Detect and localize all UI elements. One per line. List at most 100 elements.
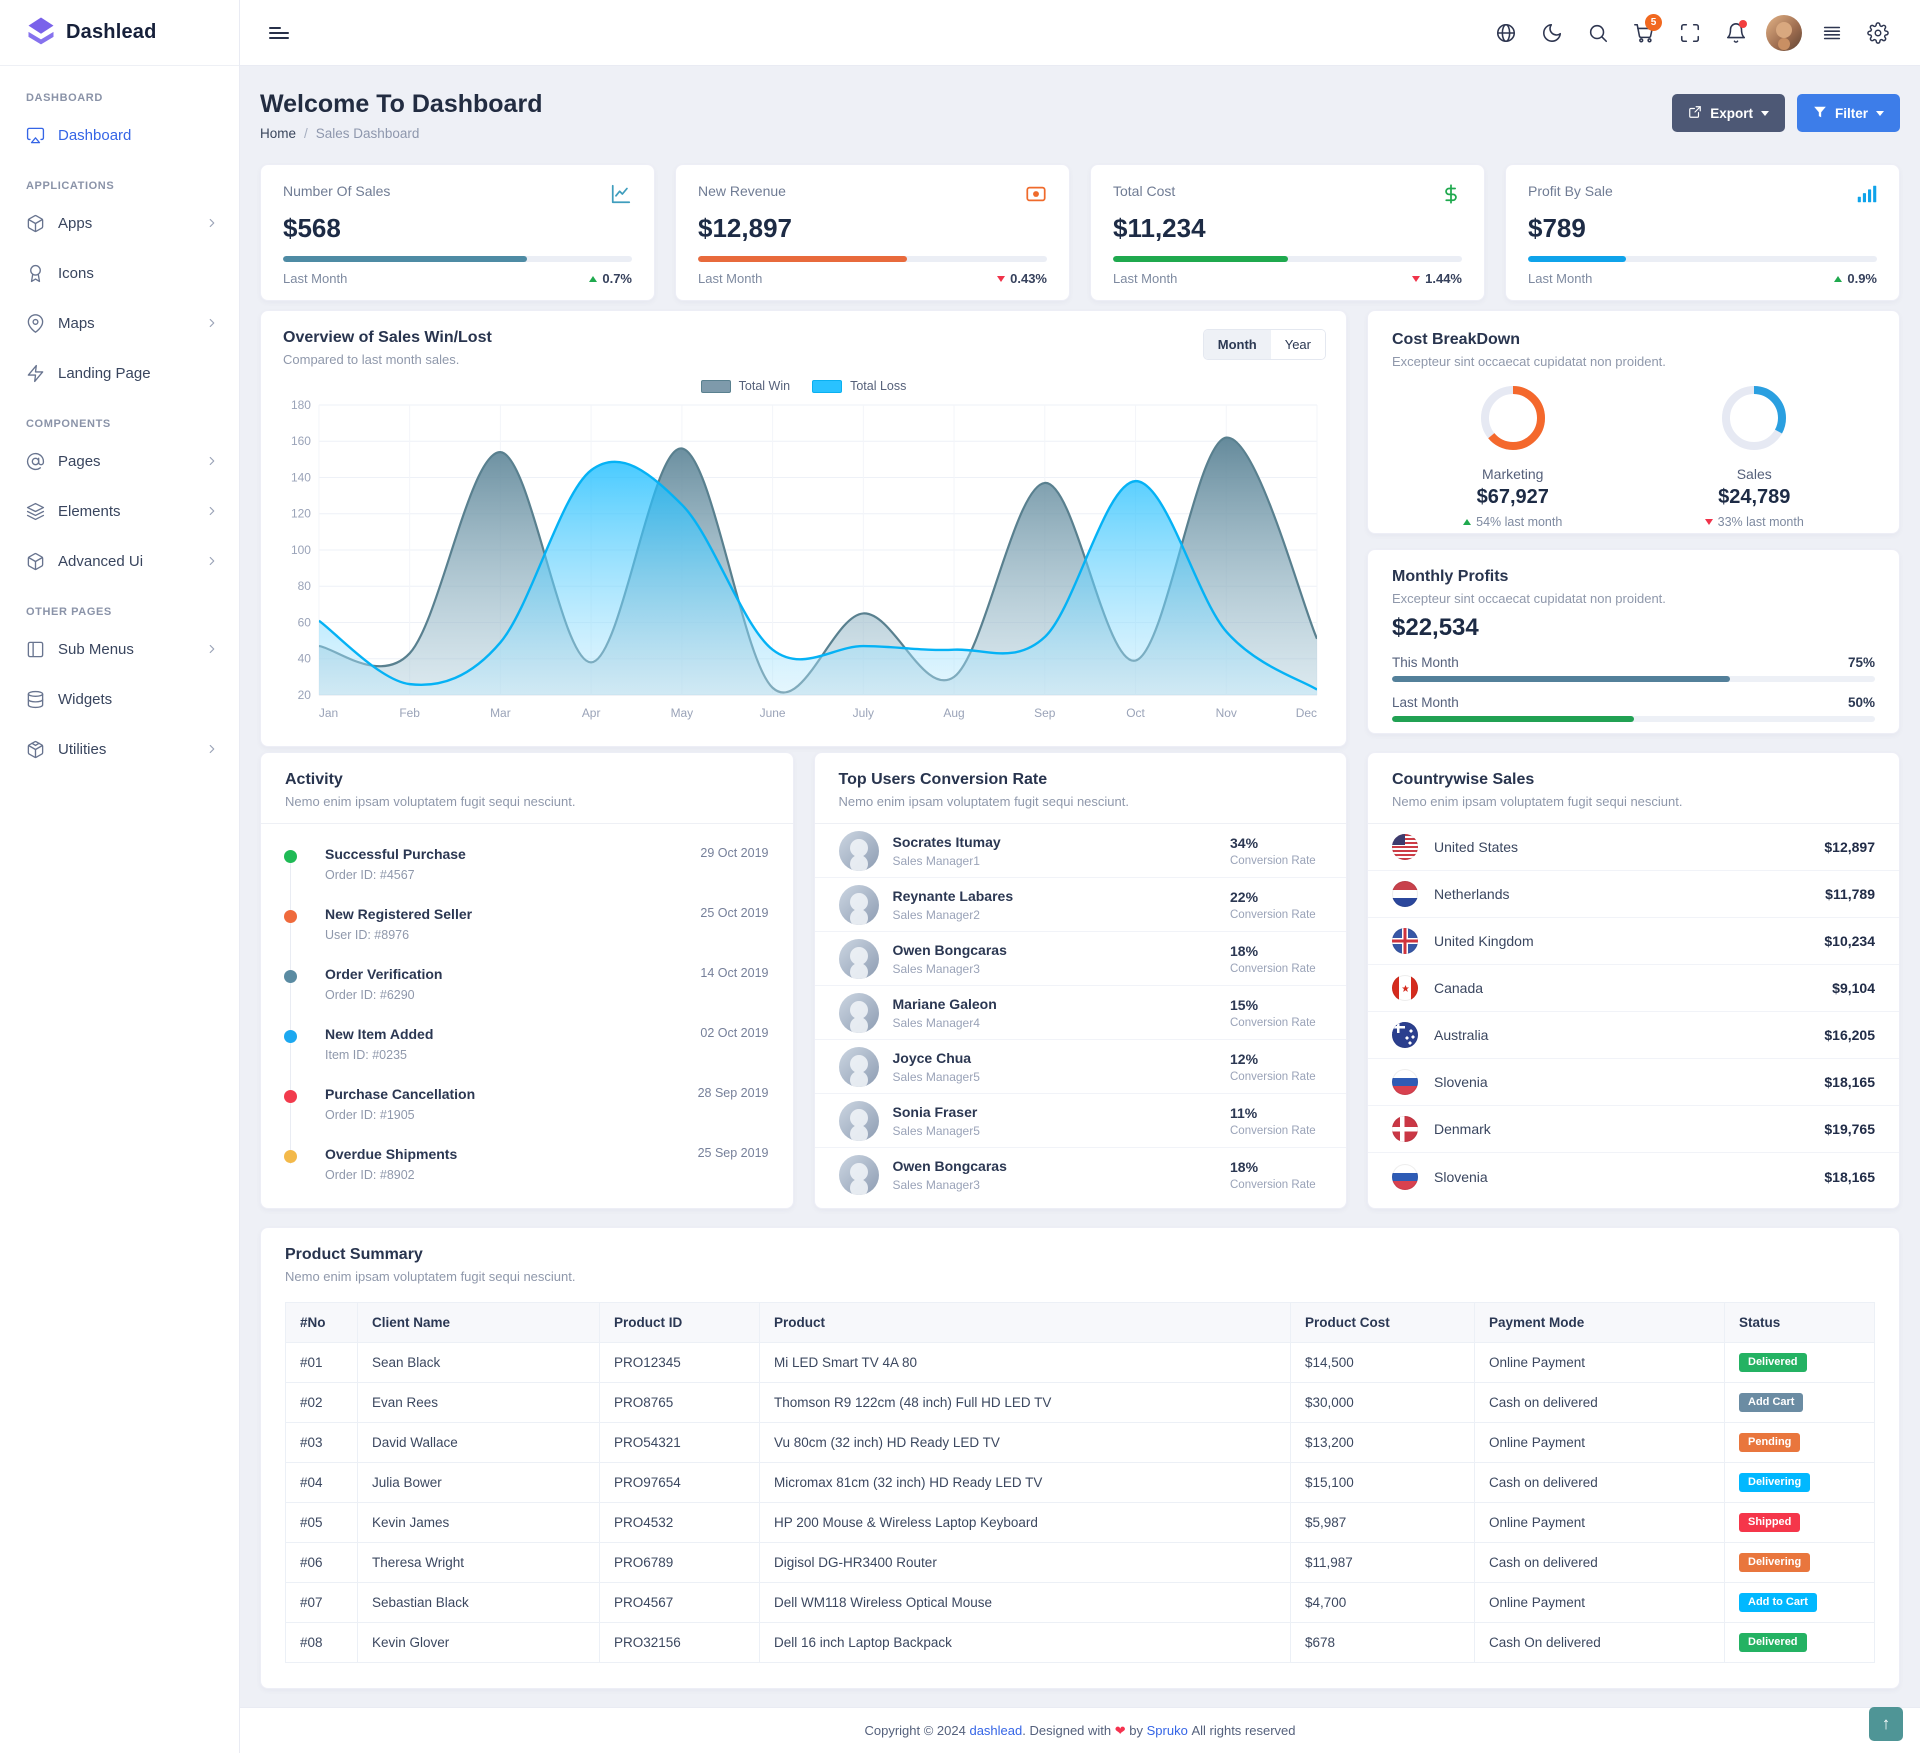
dark-mode-moon-icon[interactable] [1532,13,1572,53]
table-cell: PRO6789 [600,1543,760,1583]
table-cell-status: Delivered [1725,1343,1875,1383]
user-avatar[interactable] [1766,15,1802,51]
country-row[interactable]: Slovenia $18,165 [1368,1153,1899,1200]
table-header-cell: Product Cost [1291,1303,1475,1343]
stat-progress-track [283,256,632,262]
table-cell: Julia Bower [358,1463,600,1503]
footer-company-link[interactable]: Spruko [1147,1723,1188,1738]
status-badge: Add Cart [1739,1393,1803,1412]
settings-gear-icon[interactable] [1858,13,1898,53]
chevron-right-icon [205,216,219,230]
sidebar-item-advanced-ui[interactable]: Advanced Ui [0,536,239,586]
user-role: Sales Manager3 [893,1178,1217,1192]
profit-bar: Last Month50% [1392,695,1875,722]
sidebar-item-utilities[interactable]: Utilities [0,724,239,774]
search-icon[interactable] [1578,13,1618,53]
chevron-right-icon [205,554,219,568]
stat-progress-track [698,256,1047,262]
stat-period: Last Month [1528,271,1592,286]
sidebar-item-pages[interactable]: Pages [0,436,239,486]
breadcrumb: Home / Sales Dashboard [260,126,542,141]
cart-icon[interactable]: 5 [1624,13,1664,53]
status-badge: Delivering [1739,1473,1810,1492]
sidebar-section-title: OTHER PAGES [0,586,239,624]
toggle-year-button[interactable]: Year [1271,330,1325,359]
top-user-row[interactable]: Sonia Fraser Sales Manager5 11% Conversi… [815,1094,1347,1148]
notifications-bell-icon[interactable] [1716,13,1756,53]
brand[interactable]: Dashlead [0,0,239,66]
profit-bar-track [1392,676,1875,682]
user-name: Owen Bongcaras [893,942,1217,958]
sidebar-item-widgets[interactable]: Widgets [0,674,239,724]
country-row[interactable]: United Kingdom $10,234 [1368,918,1899,965]
chevron-right-icon [205,642,219,656]
export-button[interactable]: Export [1672,94,1785,132]
table-cell: PRO4532 [600,1503,760,1543]
table-cell: Cash On delivered [1475,1623,1725,1663]
export-icon [1688,105,1702,122]
activity-item-sub: Order ID: #8902 [325,1168,769,1182]
country-row[interactable]: Australia $16,205 [1368,1012,1899,1059]
sidebar-item-elements[interactable]: Elements [0,486,239,536]
stat-period: Last Month [1113,271,1177,286]
user-name: Mariane Galeon [893,996,1217,1012]
profit-bar-label: This Month [1392,655,1459,670]
language-globe-icon[interactable] [1486,13,1526,53]
sidebar-toggle-icon[interactable] [262,16,296,50]
svg-text:Mar: Mar [490,706,511,720]
stat-label: Profit By Sale [1528,183,1613,199]
sidebar-item-sub-menus[interactable]: Sub Menus [0,624,239,674]
stat-value: $568 [283,213,632,244]
page-title: Welcome To Dashboard [260,90,542,119]
donut-value: $67,927 [1463,486,1562,509]
fullscreen-icon[interactable] [1670,13,1710,53]
sidebar-item-icons[interactable]: Icons [0,248,239,298]
country-row[interactable]: Netherlands $11,789 [1368,871,1899,918]
sidebar-item-label: Landing Page [58,365,192,382]
sidebar-item-dashboard[interactable]: Dashboard [0,110,239,160]
table-cell-status: Delivering [1725,1543,1875,1583]
top-user-row[interactable]: Owen Bongcaras Sales Manager3 18% Conver… [815,1148,1347,1202]
table-cell: #07 [286,1583,358,1623]
svg-text:120: 120 [291,507,311,521]
filter-button[interactable]: Filter [1797,94,1900,132]
sidebar-item-maps[interactable]: Maps [0,298,239,348]
countrywise-desc: Nemo enim ipsam voluptatem fugit sequi n… [1392,794,1875,809]
toggle-month-button[interactable]: Month [1204,330,1271,359]
table-cell-status: Pending [1725,1423,1875,1463]
top-user-row[interactable]: Socrates Itumay Sales Manager1 34% Conve… [815,824,1347,878]
top-users-list: Socrates Itumay Sales Manager1 34% Conve… [815,824,1347,1202]
table-cell: Micromax 81cm (32 inch) HD Ready LED TV [760,1463,1291,1503]
scroll-to-top-button[interactable]: ↑ [1869,1707,1903,1741]
conversion-rate-caption: Conversion Rate [1230,1017,1322,1029]
country-row[interactable]: Canada $9,104 [1368,965,1899,1012]
country-row[interactable]: United States $12,897 [1368,824,1899,871]
footer-brand-link[interactable]: dashlead [969,1723,1022,1738]
conversion-rate-caption: Conversion Rate [1230,1179,1322,1191]
monthly-profits-desc: Excepteur sint occaecat cupidatat non pr… [1392,591,1875,606]
stat-icon [1855,183,1877,210]
top-user-row[interactable]: Joyce Chua Sales Manager5 12% Conversion… [815,1040,1347,1094]
right-panel-list-icon[interactable] [1812,13,1852,53]
table-row: #07Sebastian BlackPRO4567Dell WM118 Wire… [286,1583,1875,1623]
top-user-row[interactable]: Owen Bongcaras Sales Manager3 18% Conver… [815,932,1347,986]
sidebar-section: COMPONENTS Pages Elements Advanced Ui [0,398,239,586]
breadcrumb-home[interactable]: Home [260,126,296,141]
conversion-rate-value: 34% [1230,835,1322,851]
sidebar-item-landing-page[interactable]: Landing Page [0,348,239,398]
country-row[interactable]: Slovenia $18,165 [1368,1059,1899,1106]
sidebar-item-icon [26,452,45,471]
topbar: 5 [240,0,1920,66]
sidebar-menu: DASHBOARD Dashboard APPLICATIONS Apps Ic… [0,66,239,794]
country-row[interactable]: Denmark $19,765 [1368,1106,1899,1153]
table-cell: Sean Black [358,1343,600,1383]
chevron-right-icon [205,316,219,330]
sidebar-item-apps[interactable]: Apps [0,198,239,248]
top-user-row[interactable]: Mariane Galeon Sales Manager4 15% Conver… [815,986,1347,1040]
filter-funnel-icon [1813,105,1827,122]
table-cell: Kevin Glover [358,1623,600,1663]
activity-item-title: Order Verification [325,966,442,982]
top-user-row[interactable]: Reynante Labares Sales Manager2 22% Conv… [815,878,1347,932]
sidebar-item-icon [26,364,45,383]
table-row: #05Kevin JamesPRO4532HP 200 Mouse & Wire… [286,1503,1875,1543]
